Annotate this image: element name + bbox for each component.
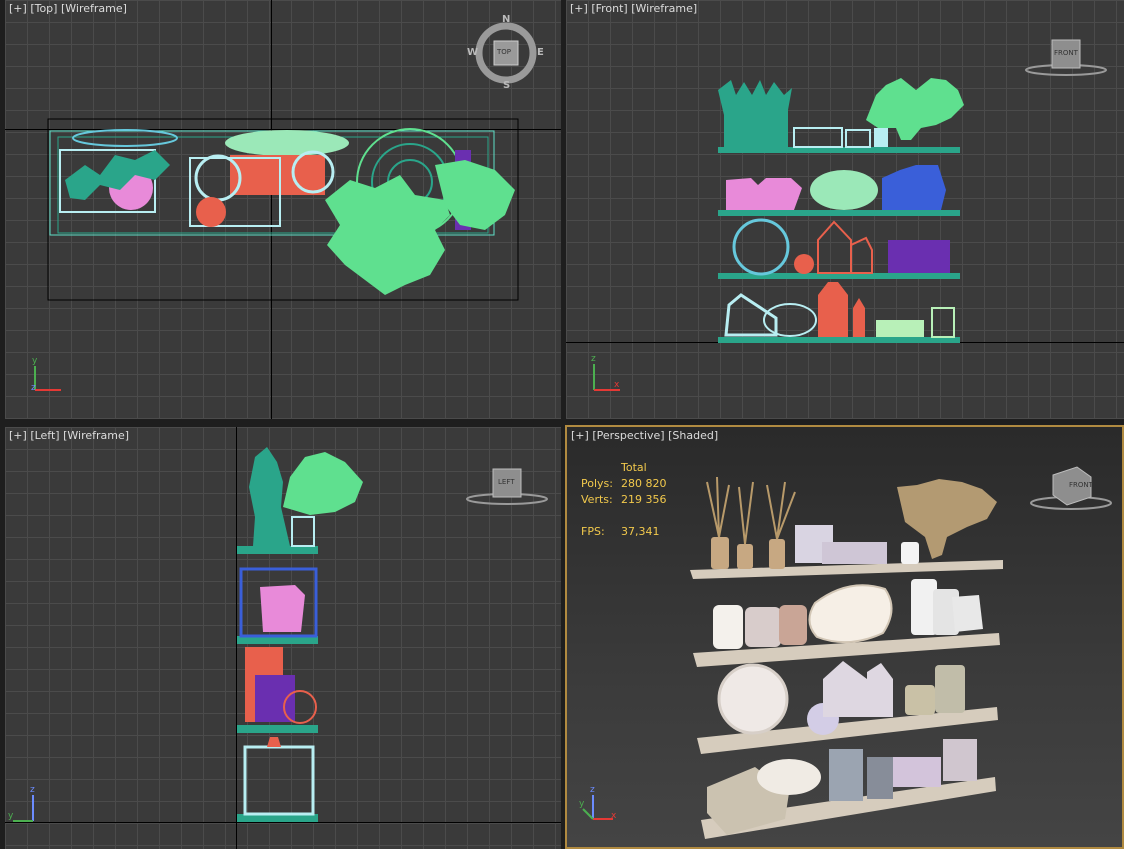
axis-z-label: z (591, 354, 596, 364)
tin-box (893, 757, 941, 787)
pumpkin (794, 254, 814, 274)
perspective-axis-tripod: z y x (579, 785, 619, 833)
red-bottles (818, 282, 865, 337)
axis-x-label: x (611, 811, 617, 821)
shelf-1 (237, 546, 318, 554)
front-viewcube[interactable]: FRONT (1024, 36, 1108, 80)
shelf-4 (718, 337, 960, 343)
tray-shape (225, 130, 349, 156)
axis-y-label: y (579, 799, 585, 809)
left-axis-tripod: z y (7, 785, 47, 833)
pink-cups (726, 178, 802, 210)
small-jar (874, 128, 888, 147)
candles (905, 665, 965, 715)
axis-z-label: z (30, 785, 35, 795)
axis-x-label: x (614, 380, 620, 390)
left-viewcube[interactable]: LEFT (465, 465, 549, 509)
pumpkin (196, 197, 226, 227)
house-wire (817, 220, 873, 274)
vases-with-grass (706, 476, 796, 569)
compass-east: E (537, 47, 544, 58)
pink-cup (260, 585, 305, 632)
compass-north: N (502, 14, 511, 25)
small-jar (901, 542, 919, 564)
tall-box (943, 739, 977, 781)
plate-flat (757, 759, 821, 795)
dried-plant (283, 452, 363, 515)
plate-wire (72, 129, 178, 147)
mint-plate (810, 170, 878, 210)
dried-plant (325, 175, 450, 295)
axis-z-label: z (31, 383, 36, 393)
tray-wire (793, 127, 843, 148)
top-axis-tripod: y z (29, 356, 69, 404)
front-viewport[interactable]: [+] [Front] [Wireframe] FRONT z x (566, 0, 1124, 419)
purple-candles (888, 240, 950, 273)
axis-z-label: z (590, 785, 595, 795)
front-axis-tripod: z x (588, 354, 628, 402)
wooden-tray (822, 542, 887, 564)
bottle-red (267, 737, 281, 747)
blue-pitchers (882, 165, 946, 210)
axis-y-label: y (8, 811, 14, 821)
lantern-red (230, 155, 325, 195)
lantern-wire (243, 745, 315, 816)
jar-wire (291, 516, 315, 547)
clock (717, 663, 789, 735)
vase-grass (249, 447, 290, 546)
pitchers (911, 579, 983, 635)
compass-south: S (503, 80, 511, 91)
jar-wire (845, 129, 871, 148)
viewcube-face-label[interactable]: TOP (497, 48, 511, 56)
lantern-box (876, 320, 924, 337)
compass-west: W (467, 47, 479, 58)
viewcube-face-label[interactable]: FRONT (1054, 49, 1078, 57)
perspective-viewcube[interactable]: FRONT (1029, 463, 1113, 513)
left-viewport[interactable]: [+] [Left] [Wireframe] LEFT z y (5, 427, 561, 849)
shelf-3 (237, 725, 318, 733)
purple-box (255, 675, 295, 722)
vases-with-grass (718, 80, 792, 147)
birdhouse (823, 661, 893, 717)
lantern-2 (867, 757, 893, 799)
plate-wire (763, 303, 817, 337)
shelf-2 (718, 210, 960, 216)
top-viewcube[interactable]: TOP N S E W (467, 14, 544, 91)
clock-wire (732, 218, 790, 276)
viewcube-face-label[interactable]: LEFT (498, 478, 515, 486)
lantern-1 (829, 749, 863, 801)
mugs (713, 605, 807, 649)
axis-y-label: y (32, 356, 38, 366)
top-viewport[interactable]: [+] [Top] [Wireframe] TOP N S E W y z (5, 0, 561, 419)
tall-box (931, 307, 955, 338)
decor-plate (808, 584, 893, 644)
viewcube-face-label[interactable]: FRONT (1069, 481, 1093, 489)
perspective-viewport[interactable]: [+] [Perspective] [Shaded] Total Polys: 2… (565, 425, 1124, 849)
